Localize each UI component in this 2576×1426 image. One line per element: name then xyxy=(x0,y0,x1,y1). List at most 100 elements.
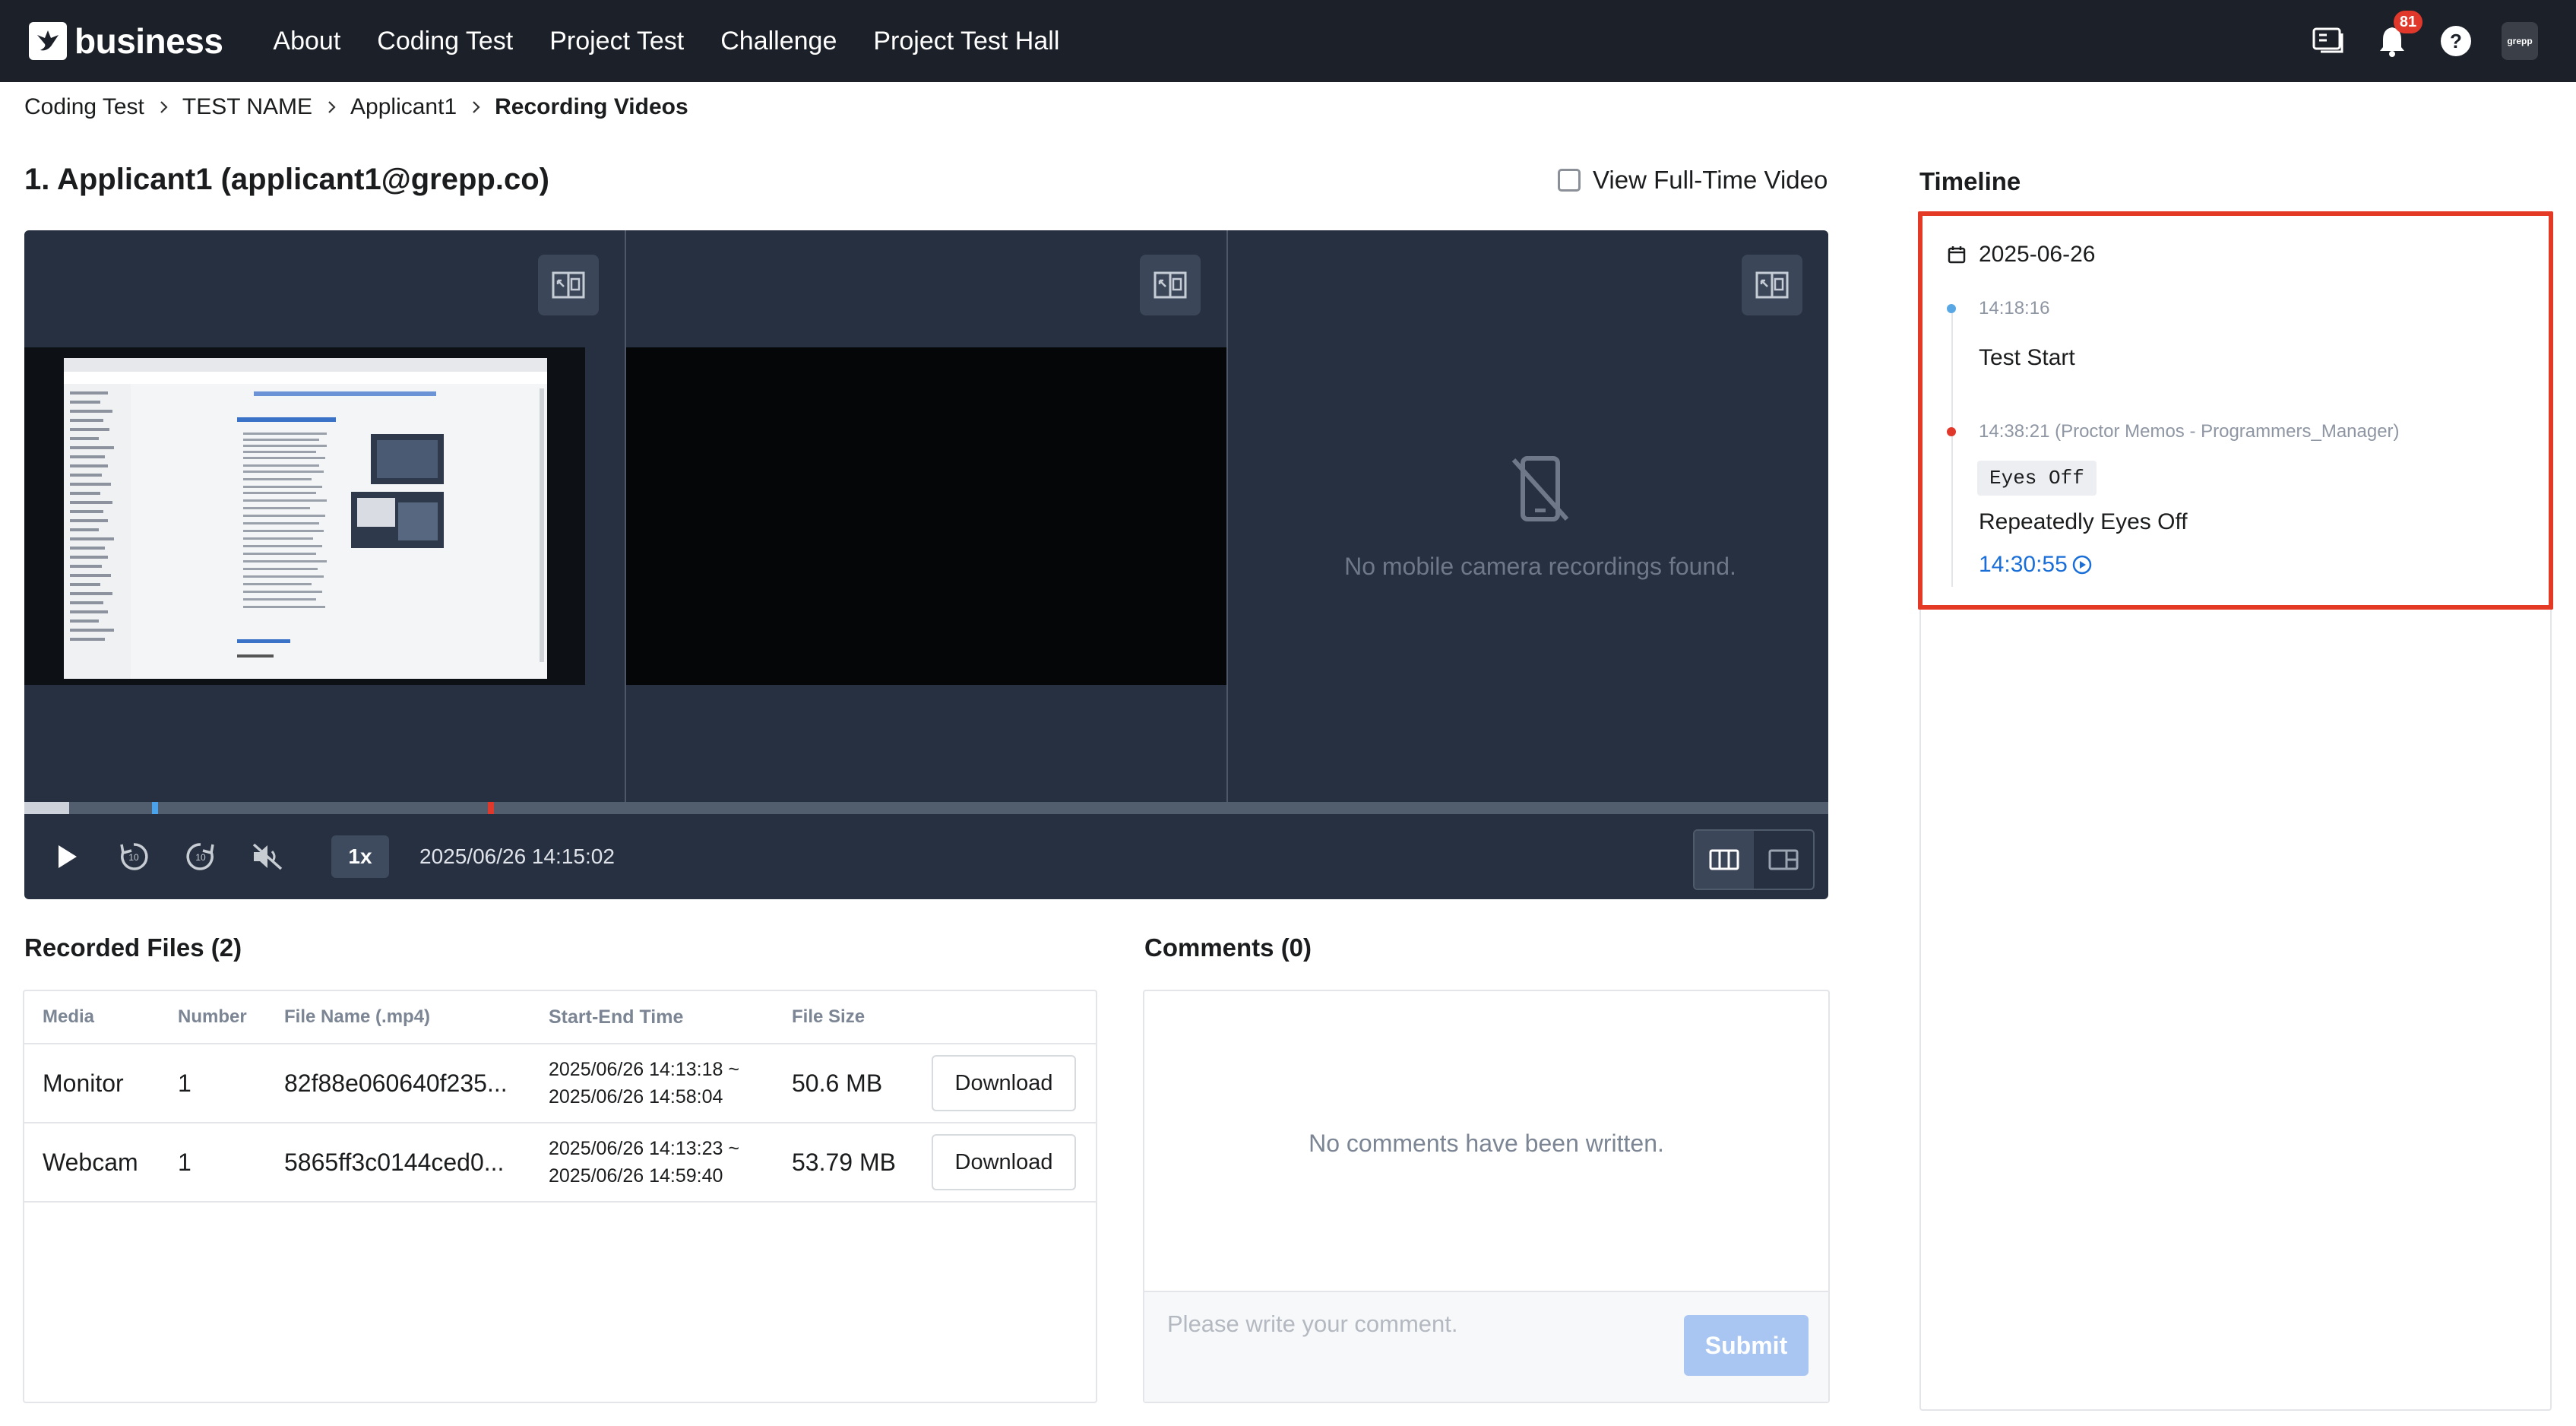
chevron-right-icon xyxy=(467,99,484,116)
play-circle-icon xyxy=(2072,555,2092,575)
comment-input[interactable]: Please write your comment. xyxy=(1167,1310,1457,1338)
cell-end: 2025/06/26 14:59:40 xyxy=(549,1165,723,1187)
timeline-title: Timeline xyxy=(1919,167,2021,195)
timeline-dot-event xyxy=(1947,427,1956,436)
cell-start: 2025/06/26 14:13:18 ~ xyxy=(549,1059,739,1080)
timeline-dot-start xyxy=(1947,304,1956,313)
brand-logo[interactable]: business xyxy=(29,21,223,62)
breadcrumb-current: Recording Videos xyxy=(495,94,688,119)
table-row: Monitor 1 82f88e060640f235... 2025/06/26… xyxy=(24,1044,1096,1123)
download-button[interactable]: Download xyxy=(932,1055,1076,1111)
cell-start-end: 2025/06/26 14:13:18 ~ 2025/06/26 14:58:0… xyxy=(546,1056,789,1111)
screen-thumbnail xyxy=(24,347,585,685)
timeline-event-time: 14:38:21 (Proctor Memos - Programmers_Ma… xyxy=(1979,421,2400,442)
player-controls: 10 10 1x 2025/06/26 14:15:02 xyxy=(24,814,1828,899)
nav-right-group: 81 ? grepp xyxy=(2283,0,2538,82)
playback-speed-button[interactable]: 1x xyxy=(331,835,389,878)
eyes-off-tag: Eyes Off xyxy=(1977,461,2097,496)
rewind-10-icon[interactable]: 10 xyxy=(111,834,157,879)
timeline-date-text: 2025-06-26 xyxy=(1979,242,2096,267)
no-mobile-phone-icon xyxy=(1511,455,1569,521)
comments-panel: No comments have been written. Please wr… xyxy=(1143,990,1830,1403)
mute-icon[interactable] xyxy=(245,834,290,879)
mobile-recording-pane: No mobile camera recordings found. xyxy=(1252,230,1828,802)
nav-coding-test[interactable]: Coding Test xyxy=(377,27,513,56)
cell-start: 2025/06/26 14:13:23 ~ xyxy=(549,1138,739,1159)
calendar-icon xyxy=(1948,246,1966,264)
cell-media: Monitor xyxy=(43,1069,124,1097)
svg-text:10: 10 xyxy=(128,852,139,863)
timeline-jump-link[interactable]: 14:30:55 xyxy=(1979,552,2092,578)
timeline-jump-time: 14:30:55 xyxy=(1979,552,2068,577)
timeline-panel xyxy=(1919,213,2552,1411)
play-icon[interactable] xyxy=(44,834,90,879)
recorded-files-title: Recorded Files (2) xyxy=(24,933,242,962)
forward-10-icon[interactable]: 10 xyxy=(178,834,223,879)
video-progress-bar[interactable] xyxy=(24,802,1828,814)
timeline-marker-event[interactable] xyxy=(488,802,494,814)
expand-icon[interactable] xyxy=(1742,255,1802,315)
col-media: Media xyxy=(43,1006,95,1027)
breadcrumb-applicant[interactable]: Applicant1 xyxy=(350,94,457,120)
fulltime-label: View Full-Time Video xyxy=(1593,166,1828,194)
col-start-end: Start-End Time xyxy=(549,1006,684,1028)
cell-file-name: 5865ff3c0144ced0... xyxy=(284,1148,505,1176)
help-icon[interactable]: ? xyxy=(2438,23,2474,59)
chevron-right-icon xyxy=(155,99,172,116)
breadcrumb: Coding Test TEST NAME Applicant1 Recordi… xyxy=(24,94,688,120)
cell-number: 1 xyxy=(178,1148,191,1176)
col-number: Number xyxy=(178,1006,247,1027)
timeline-event-label: Repeatedly Eyes Off xyxy=(1979,509,2188,534)
fulltime-checkbox[interactable] xyxy=(1558,169,1581,192)
table-row: Webcam 1 5865ff3c0144ced0... 2025/06/26 … xyxy=(24,1123,1096,1203)
no-comments-message: No comments have been written. xyxy=(1309,1129,1664,1157)
notification-bell-icon[interactable]: 81 xyxy=(2374,11,2423,59)
fulltime-video-toggle[interactable]: View Full-Time Video xyxy=(1558,166,1828,195)
current-timestamp: 2025/06/26 14:15:02 xyxy=(419,845,615,868)
guide-book-icon[interactable] xyxy=(2310,23,2347,59)
timeline-event-label: Test Start xyxy=(1979,345,2075,370)
table-header: Media Number File Name (.mp4) Start-End … xyxy=(24,991,1096,1044)
progress-fill xyxy=(24,802,70,814)
expand-icon[interactable] xyxy=(538,255,599,315)
svg-text:10: 10 xyxy=(195,852,206,863)
timeline-marker-start[interactable] xyxy=(152,802,158,814)
cell-file-name: 82f88e060640f235... xyxy=(284,1069,508,1097)
top-navbar: business About Coding Test Project Test … xyxy=(0,0,2576,82)
cell-start-end: 2025/06/26 14:13:23 ~ 2025/06/26 14:59:4… xyxy=(546,1135,789,1190)
no-mobile-message: No mobile camera recordings found. xyxy=(1344,552,1736,580)
webcam-video-frame xyxy=(626,347,1226,685)
screen-document-preview xyxy=(64,358,547,679)
submit-button[interactable]: Submit xyxy=(1684,1315,1809,1376)
layout-columns-icon[interactable] xyxy=(1695,831,1754,889)
cell-size: 50.6 MB xyxy=(792,1069,883,1097)
breadcrumb-test-name[interactable]: TEST NAME xyxy=(182,94,312,120)
comment-composer: Please write your comment. Submit xyxy=(1144,1291,1828,1402)
screen-recording-pane[interactable] xyxy=(24,230,625,802)
layout-toggle xyxy=(1693,829,1815,890)
expand-icon[interactable] xyxy=(1140,255,1201,315)
user-avatar[interactable]: grepp xyxy=(2502,22,2538,60)
cell-size: 53.79 MB xyxy=(792,1148,896,1176)
nav-project-test-hall[interactable]: Project Test Hall xyxy=(873,27,1059,56)
layout-pip-icon[interactable] xyxy=(1754,831,1813,889)
cell-end: 2025/06/26 14:58:04 xyxy=(549,1086,723,1108)
col-file-size: File Size xyxy=(792,1006,866,1027)
chevron-right-icon xyxy=(323,99,340,116)
svg-text:?: ? xyxy=(2450,30,2462,52)
nav-challenge[interactable]: Challenge xyxy=(720,27,837,56)
main-nav: About Coding Test Project Test Challenge… xyxy=(273,27,1096,56)
comments-title: Comments (0) xyxy=(1144,933,1312,962)
avatar-text: grepp xyxy=(2502,22,2538,60)
video-player: No mobile camera recordings found. 10 10… xyxy=(24,230,1828,899)
nav-project-test[interactable]: Project Test xyxy=(549,27,684,56)
timeline-connector xyxy=(1951,313,1953,587)
pane-divider xyxy=(1226,230,1228,802)
timeline-event-time: 14:18:16 xyxy=(1979,298,2050,318)
download-button[interactable]: Download xyxy=(932,1134,1076,1190)
col-file-name: File Name (.mp4) xyxy=(284,1006,431,1027)
breadcrumb-coding-test[interactable]: Coding Test xyxy=(24,94,144,120)
notification-badge: 81 xyxy=(2394,11,2423,33)
brand-name: business xyxy=(74,21,223,61)
nav-about[interactable]: About xyxy=(273,27,340,56)
